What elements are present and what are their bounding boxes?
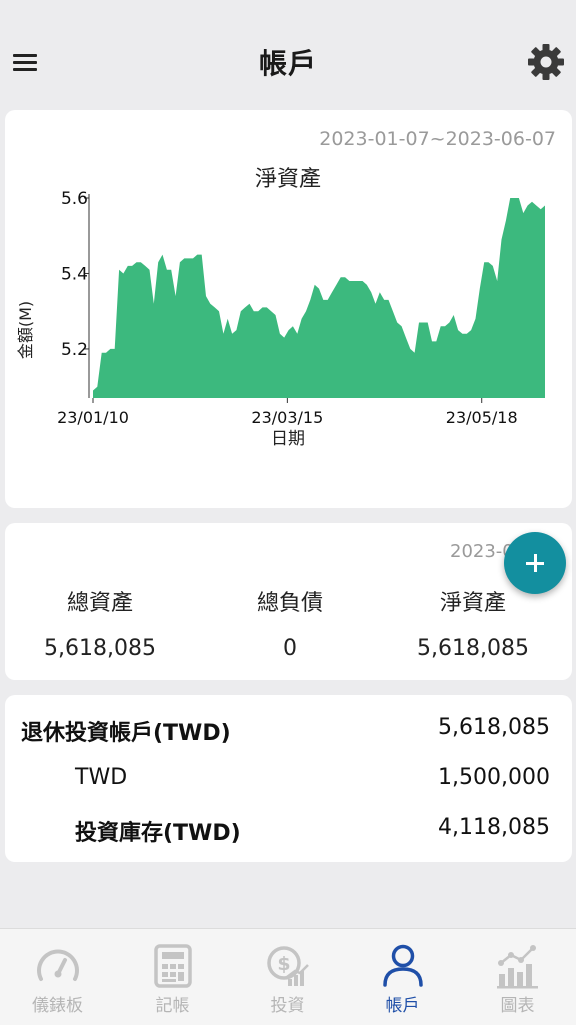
nav-label: 儀錶板 bbox=[32, 996, 83, 1016]
nav-item-bookkeeping[interactable]: 記帳 bbox=[115, 929, 230, 1025]
total-liabilities-label: 總負債 bbox=[256, 591, 323, 616]
calculator-icon bbox=[154, 944, 192, 988]
y-tick-label: 5.4 bbox=[61, 264, 88, 284]
total-liabilities-value: 0 bbox=[283, 636, 297, 661]
net-asset-chart: 淨資產 5.2 5.4 5.6 23/01/10 23/03/15 23/05/18 日… bbox=[16, 167, 545, 449]
account-row-investment-holdings[interactable]: 投資庫存(TWD) 4,118,085 bbox=[5, 809, 572, 849]
page-title: 帳戶 bbox=[258, 47, 317, 80]
app-header: 帳戶 bbox=[0, 0, 576, 110]
total-assets-value: 5,618,085 bbox=[44, 636, 156, 661]
account-row-twd-cash[interactable]: TWD 1,500,000 bbox=[5, 759, 572, 799]
total-assets-label: 總資產 bbox=[66, 591, 133, 616]
nav-label: 投資 bbox=[270, 996, 305, 1016]
nav-item-dashboard[interactable]: 儀錶板 bbox=[0, 929, 115, 1025]
asset-summary-card: 2023-0 總資產 總負債 淨資產 5,618,085 0 5,618,085 bbox=[5, 523, 572, 680]
account-value: 4,118,085 bbox=[438, 815, 550, 840]
account-name: 投資庫存(TWD) bbox=[75, 821, 241, 846]
x-tick-label: 23/01/10 bbox=[57, 408, 129, 427]
nav-label: 圖表 bbox=[500, 996, 535, 1016]
accounts-card: 退休投資帳戶(TWD) 5,618,085 TWD 1,500,000 投資庫存… bbox=[5, 695, 572, 862]
net-asset-chart-card: 2023-01-07~2023-06-07 淨資產 5.2 5.4 5.6 23/0… bbox=[5, 110, 572, 508]
x-tick-label: 23/05/18 bbox=[446, 408, 518, 427]
net-assets-value: 5,618,085 bbox=[417, 636, 529, 661]
y-tick-label: 5.6 bbox=[61, 189, 88, 209]
chart-area-series bbox=[93, 198, 545, 398]
add-button[interactable] bbox=[504, 532, 566, 594]
account-value: 1,500,000 bbox=[438, 765, 550, 790]
gauge-icon bbox=[37, 949, 79, 981]
chart-title: 淨資產 bbox=[255, 167, 321, 192]
y-axis-label: 金額(M) bbox=[16, 301, 35, 359]
dollar-growth-icon: $ bbox=[267, 946, 309, 986]
svg-text:$: $ bbox=[277, 953, 290, 975]
y-tick-label: 5.2 bbox=[61, 340, 88, 360]
nav-label: 帳戶 bbox=[385, 996, 420, 1016]
nav-label: 記帳 bbox=[155, 996, 190, 1016]
account-value: 5,618,085 bbox=[438, 715, 550, 740]
settings-button[interactable] bbox=[526, 42, 566, 82]
bottom-navigation: 儀錶板 記帳 $ 投資 帳戶 圖表 bbox=[0, 928, 576, 1025]
user-icon bbox=[383, 944, 423, 987]
account-row-retirement[interactable]: 退休投資帳戶(TWD) 5,618,085 bbox=[5, 709, 572, 749]
nav-item-accounts[interactable]: 帳戶 bbox=[345, 929, 460, 1025]
nav-item-investment[interactable]: $ 投資 bbox=[230, 929, 345, 1025]
x-axis-label: 日期 bbox=[271, 429, 305, 449]
gear-icon bbox=[528, 44, 564, 80]
x-tick-label: 23/03/15 bbox=[251, 408, 323, 427]
account-name: 退休投資帳戶(TWD) bbox=[21, 721, 231, 746]
nav-item-charts[interactable]: 圖表 bbox=[460, 929, 575, 1025]
account-name: TWD bbox=[75, 765, 128, 790]
bar-chart-icon bbox=[497, 945, 538, 989]
